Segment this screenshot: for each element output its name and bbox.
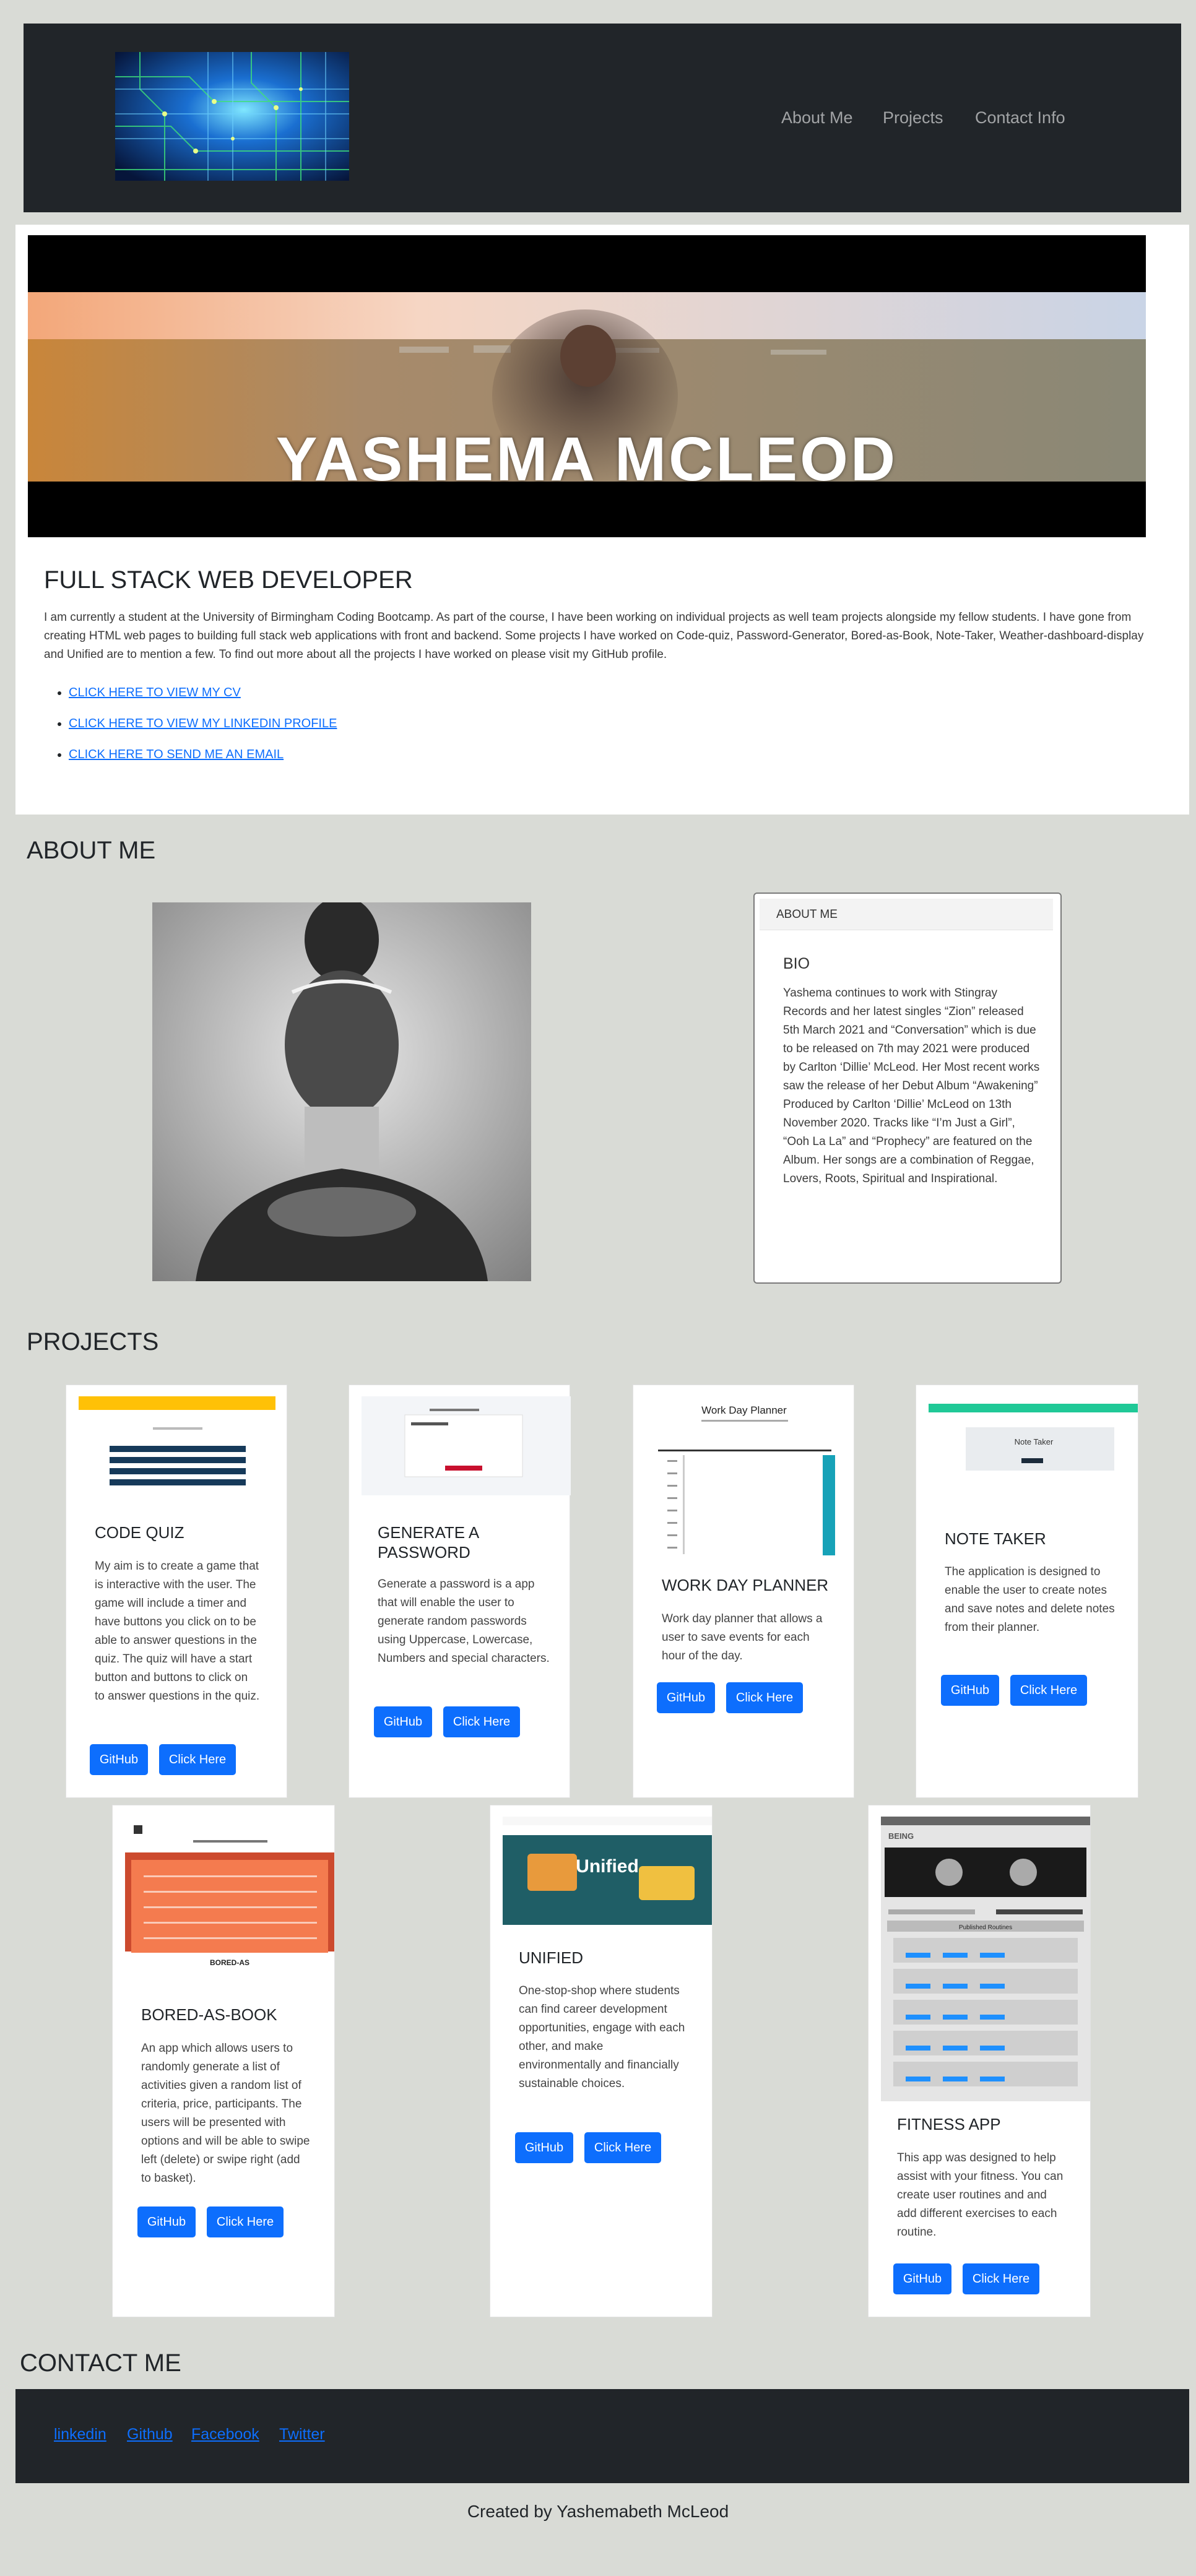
unified-screenshot: Unified — [503, 1817, 712, 1931]
circuit-board-image — [115, 52, 349, 181]
view-linkedin-link[interactable]: CLICK HERE TO VIEW MY LINKEDIN PROFILE — [69, 717, 337, 730]
hero-links-list: CLICK HERE TO VIEW MY CV CLICK HERE TO V… — [44, 686, 337, 779]
circuit-board-logo[interactable] — [115, 52, 349, 181]
planner-thumb-title: Work Day Planner — [701, 1404, 787, 1416]
project-card-unified: Unified UNIFIED One-stop-shop where stud… — [490, 1805, 713, 2317]
about-bio-card: ABOUT ME BIO Yashema continues to work w… — [753, 893, 1062, 1284]
about-card-header-text: ABOUT ME — [776, 908, 838, 921]
send-email-link[interactable]: CLICK HERE TO SEND ME AN EMAIL — [69, 748, 284, 761]
click-here-button[interactable]: Click Here — [726, 1682, 803, 1713]
nav-link-contact-info[interactable]: Contact Info — [975, 108, 1065, 128]
footer-credit: Created by Yashemabeth McLeod — [467, 2502, 729, 2521]
project-description: My aim is to create a game that is inter… — [95, 1560, 260, 1703]
github-button[interactable]: GitHub — [515, 2132, 573, 2163]
view-cv-link[interactable]: CLICK HERE TO VIEW MY CV — [69, 686, 241, 699]
click-here-button[interactable]: Click Here — [443, 1706, 520, 1737]
project-description: One-stop-shop where students can find ca… — [519, 1984, 685, 2090]
project-title: WORK DAY PLANNER — [662, 1576, 829, 1594]
portrait-image — [152, 902, 531, 1281]
project-card-bored-as-book: BORED-AS BORED-AS-BOOK An app which allo… — [112, 1805, 335, 2317]
twitter-link[interactable]: Twitter — [279, 2426, 325, 2444]
hero-link-item: CLICK HERE TO VIEW MY LINKEDIN PROFILE — [69, 717, 337, 731]
project-card-password: GENERATE A PASSWORD Generate a password … — [349, 1385, 571, 1798]
github-button[interactable]: GitHub — [941, 1675, 999, 1706]
about-section-title: ABOUT ME — [27, 837, 156, 864]
project-card-work-day-planner: Work Day Planner WORK DAY PLANNER Work d… — [633, 1385, 854, 1798]
project-card-fitness-app: BEING Published Routines FITNESS APP Thi… — [868, 1805, 1091, 2317]
project-title: UNIFIED — [519, 1948, 583, 1967]
click-here-button[interactable]: Click Here — [963, 2263, 1039, 2294]
project-description: This app was designed to help assist wit… — [897, 2151, 1064, 2239]
hero-link-item: CLICK HERE TO VIEW MY CV — [69, 686, 337, 700]
click-here-button[interactable]: Click Here — [207, 2206, 284, 2237]
github-button[interactable]: GitHub — [657, 1682, 715, 1713]
bio-title: BIO — [783, 955, 810, 972]
project-description: Work day planner that allows a user to s… — [662, 1612, 823, 1662]
note-taker-screenshot: Note Taker — [929, 1396, 1138, 1508]
work-day-planner-screenshot: Work Day Planner — [646, 1396, 843, 1563]
hero-heading: FULL STACK WEB DEVELOPER — [44, 566, 413, 594]
unified-thumb-title: Unified — [576, 1856, 639, 1877]
github-button[interactable]: GitHub — [374, 1706, 432, 1737]
github-button[interactable]: GitHub — [137, 2206, 196, 2237]
about-card-header: ABOUT ME — [760, 899, 1053, 930]
portrait-photo — [152, 902, 531, 1281]
project-title: GENERATE A PASSWORD — [378, 1523, 479, 1562]
project-title: BORED-AS-BOOK — [141, 2005, 277, 2024]
nav-link-projects[interactable]: Projects — [883, 108, 943, 128]
project-title: NOTE TAKER — [945, 1529, 1046, 1548]
fitness-thumb-brand: BEING — [888, 1831, 914, 1841]
bio-text: Yashema continues to work with Stingray … — [783, 987, 1040, 1185]
github-link[interactable]: Github — [127, 2426, 173, 2444]
github-button[interactable]: GitHub — [893, 2263, 951, 2294]
fitness-thumb-sub: Published Routines — [959, 1924, 1012, 1931]
click-here-button[interactable]: Click Here — [584, 2132, 661, 2163]
click-here-button[interactable]: Click Here — [1010, 1675, 1087, 1706]
contact-section-title: CONTACT ME — [20, 2349, 181, 2377]
project-title: CODE QUIZ — [95, 1523, 184, 1542]
project-title: FITNESS APP — [897, 2115, 1001, 2133]
code-quiz-screenshot — [79, 1396, 275, 1509]
hero-link-item: CLICK HERE TO SEND ME AN EMAIL — [69, 748, 337, 762]
project-description: Generate a password is a app that will e… — [378, 1578, 550, 1665]
note-thumb-title: Note Taker — [1015, 1437, 1054, 1446]
project-description: An app which allows users to randomly ge… — [141, 2042, 310, 2185]
github-button[interactable]: GitHub — [90, 1744, 148, 1775]
fitness-app-screenshot: BEING Published Routines — [881, 1817, 1090, 2101]
project-description: The application is designed to enable th… — [945, 1565, 1115, 1634]
hero-banner: YASHEMA MCLEOD — [28, 235, 1146, 537]
nav-link-about-me[interactable]: About Me — [781, 108, 853, 128]
projects-section-title: PROJECTS — [27, 1328, 159, 1355]
navbar: About Me Projects Contact Info — [24, 24, 1181, 212]
project-card-note-taker: Note Taker NOTE TAKER The application is… — [916, 1385, 1138, 1798]
password-generator-screenshot — [362, 1396, 571, 1495]
hero-intro-text: I am currently a student at the Universi… — [44, 611, 1144, 661]
linkedin-link[interactable]: linkedin — [54, 2426, 106, 2444]
banner-name-text: YASHEMA MCLEOD — [275, 425, 898, 494]
click-here-button[interactable]: Click Here — [159, 1744, 236, 1775]
contact-bar: linkedin Github Facebook Twitter — [15, 2389, 1189, 2483]
bored-thumb-title: BORED-AS — [210, 1958, 249, 1967]
bored-as-book-screenshot: BORED-AS — [125, 1817, 334, 1988]
facebook-link[interactable]: Facebook — [191, 2426, 259, 2444]
project-card-code-quiz: CODE QUIZ My aim is to create a game tha… — [66, 1385, 287, 1798]
hero-card: YASHEMA MCLEOD FULL STACK WEB DEVELOPER … — [15, 225, 1189, 815]
